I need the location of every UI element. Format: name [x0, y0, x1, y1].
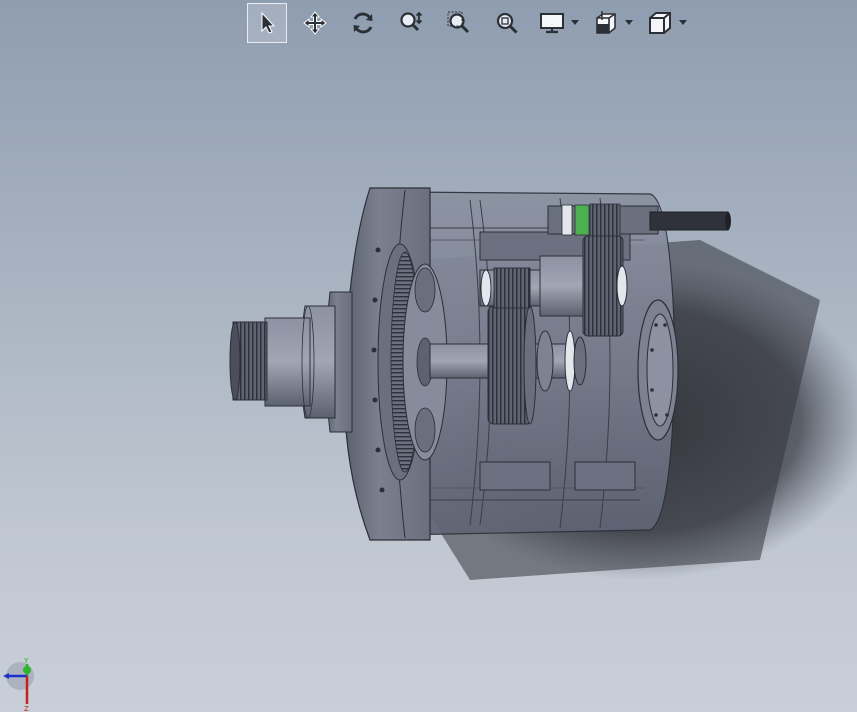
- triad-x-arrow: [3, 673, 9, 679]
- graphics-viewport[interactable]: Y Z: [0, 0, 857, 712]
- gearbox-assembly-model[interactable]: [0, 0, 857, 712]
- large-helical-gear: [487, 305, 537, 425]
- triad-y-label: Y: [23, 657, 29, 665]
- triad-y-knob: [23, 666, 31, 674]
- output-shaft: [229, 291, 353, 433]
- triad-z-label: Z: [24, 705, 29, 712]
- reference-triad: Y Z: [3, 657, 34, 712]
- rear-cover: [637, 299, 679, 441]
- input-shaft: [547, 203, 731, 237]
